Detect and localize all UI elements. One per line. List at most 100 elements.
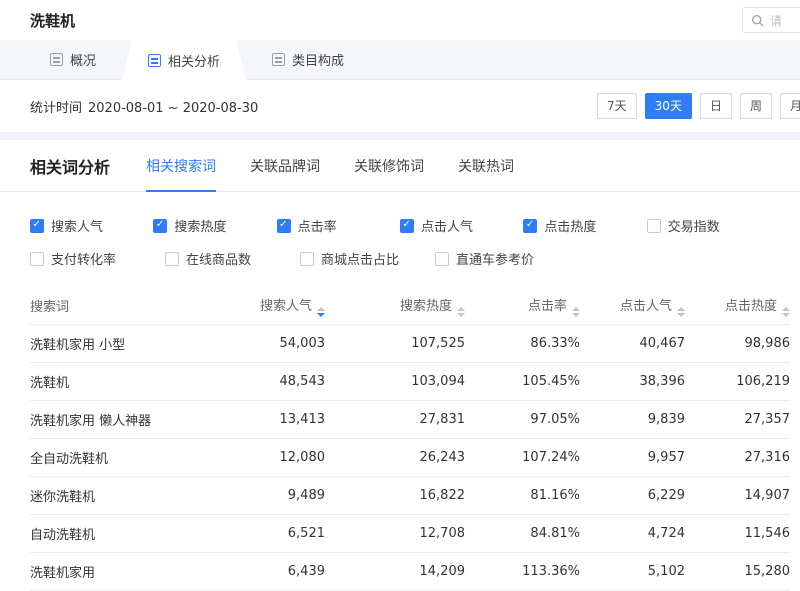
analysis-icon <box>148 54 161 67</box>
checkbox[interactable] <box>30 219 44 233</box>
checkbox[interactable] <box>165 252 179 266</box>
sort-down-arrow <box>782 313 790 317</box>
value-cell: 107.24% <box>465 438 580 476</box>
filter-row-1: 支付转化率 在线商品数 商城点击占比 直通车参考价 <box>30 249 770 268</box>
stats-row: 统计时间2020-08-01 ~ 2020-08-30 7天30天日周月 <box>0 80 800 132</box>
main-tab-1[interactable]: 相关分析 <box>122 40 246 80</box>
keyword-cell: 洗鞋机家用 懒人神器 <box>30 400 210 438</box>
filter-item-0-1[interactable]: 搜索热度 <box>153 216 276 235</box>
search-icon <box>751 14 764 27</box>
main-tab-0[interactable]: 概况 <box>24 40 122 79</box>
filter-item-1-1[interactable]: 在线商品数 <box>165 249 300 268</box>
table-row: 洗鞋机48,543103,094105.45%38,396106,219 <box>30 362 790 400</box>
main-tabbar: 概况 相关分析 类目构成 <box>0 40 800 80</box>
sort-icon[interactable] <box>317 307 325 317</box>
sort-icon[interactable] <box>782 307 790 317</box>
filter-item-1-0[interactable]: 支付转化率 <box>30 249 165 268</box>
filter-label: 点击热度 <box>544 216 596 235</box>
metric-filters: 搜索人气搜索热度 点击率 点击人气 点击热度 交易指数支付转化率 在线商品数 商城点击占比 直… <box>0 192 800 288</box>
value-cell: 81.16% <box>465 476 580 514</box>
time-range-button-4[interactable]: 月 <box>780 93 800 119</box>
value-cell: 15,280 <box>685 552 790 590</box>
value-cell: 98,986 <box>685 324 790 362</box>
column-header-5[interactable]: 点击热度 <box>685 288 790 324</box>
search-placeholder: 请 <box>770 12 782 29</box>
filter-item-0-0[interactable]: 搜索人气 <box>30 216 153 235</box>
subtab-2[interactable]: 关联修饰词 <box>354 140 424 191</box>
sort-up-arrow <box>782 307 790 311</box>
filter-label: 点击人气 <box>421 216 473 235</box>
value-cell: 6,229 <box>580 476 685 514</box>
filter-label: 交易指数 <box>668 216 720 235</box>
column-header-3[interactable]: 点击率 <box>465 288 580 324</box>
sort-icon[interactable] <box>572 307 580 317</box>
sort-up-arrow <box>572 307 580 311</box>
filter-item-0-3[interactable]: 点击人气 <box>400 216 523 235</box>
subtab-0[interactable]: 相关搜索词 <box>146 140 216 191</box>
keyword-cell: 自动洗鞋机 <box>30 514 210 552</box>
checkbox[interactable] <box>30 252 44 266</box>
time-range-button-0[interactable]: 7天 <box>597 93 637 119</box>
value-cell: 107,525 <box>325 324 465 362</box>
sort-down-arrow <box>457 313 465 317</box>
value-cell: 105.45% <box>465 362 580 400</box>
sort-up-arrow <box>457 307 465 311</box>
column-header-1[interactable]: 搜索人气 <box>210 288 325 324</box>
section-divider <box>0 132 800 140</box>
table-row: 迷你洗鞋机9,48916,82281.16%6,22914,907 <box>30 476 790 514</box>
topbar: 洗鞋机 请 <box>0 0 800 40</box>
subtab-1[interactable]: 关联品牌词 <box>250 140 320 191</box>
value-cell: 11,546 <box>685 514 790 552</box>
subtab-3[interactable]: 关联热词 <box>458 140 514 191</box>
checkbox[interactable] <box>523 219 537 233</box>
sort-icon[interactable] <box>457 307 465 317</box>
sort-icon[interactable] <box>677 307 685 317</box>
value-cell: 9,839 <box>580 400 685 438</box>
checkbox[interactable] <box>435 252 449 266</box>
sort-up-arrow <box>677 307 685 311</box>
main-tab-2[interactable]: 类目构成 <box>246 40 370 79</box>
checkbox[interactable] <box>400 219 414 233</box>
sort-down-arrow <box>317 313 325 317</box>
main-tab-label: 相关分析 <box>168 51 220 70</box>
checkbox[interactable] <box>153 219 167 233</box>
table-row: 自动洗鞋机6,52112,70884.81%4,72411,546 <box>30 514 790 552</box>
filter-item-1-3[interactable]: 直通车参考价 <box>435 249 570 268</box>
checkbox[interactable] <box>277 219 291 233</box>
filter-label: 点击率 <box>298 216 337 235</box>
keywords-table-body: 洗鞋机家用 小型54,003107,52586.33%40,46798,986洗… <box>30 324 790 590</box>
column-header-label: 搜索人气 <box>260 299 312 314</box>
time-range-button-1[interactable]: 30天 <box>645 93 692 119</box>
main-tab-label: 类目构成 <box>292 50 344 69</box>
time-range-button-2[interactable]: 日 <box>700 93 732 119</box>
filter-item-0-4[interactable]: 点击热度 <box>523 216 646 235</box>
stats-time-label: 统计时间 <box>30 101 82 116</box>
filter-item-1-2[interactable]: 商城点击占比 <box>300 249 435 268</box>
checkbox[interactable] <box>647 219 661 233</box>
keyword-cell: 迷你洗鞋机 <box>30 476 210 514</box>
search-box[interactable]: 请 <box>742 7 800 33</box>
filter-label: 在线商品数 <box>186 249 251 268</box>
filter-item-0-2[interactable]: 点击率 <box>277 216 400 235</box>
time-range-button-3[interactable]: 周 <box>740 93 772 119</box>
filter-label: 直通车参考价 <box>456 249 534 268</box>
filter-row-0: 搜索人气搜索热度 点击率 点击人气 点击热度 交易指数 <box>30 216 770 235</box>
value-cell: 27,357 <box>685 400 790 438</box>
checkbox[interactable] <box>300 252 314 266</box>
value-cell: 12,080 <box>210 438 325 476</box>
column-header-label: 点击人气 <box>620 299 672 314</box>
value-cell: 26,243 <box>325 438 465 476</box>
column-header-label: 点击热度 <box>725 299 777 314</box>
section-head: 相关词分析 相关搜索词关联品牌词关联修饰词关联热词 <box>0 140 800 192</box>
section-title: 相关词分析 <box>30 154 110 178</box>
column-header-4[interactable]: 点击人气 <box>580 288 685 324</box>
column-header-2[interactable]: 搜索热度 <box>325 288 465 324</box>
value-cell: 6,521 <box>210 514 325 552</box>
page-title: 洗鞋机 <box>30 10 75 31</box>
keyword-cell: 洗鞋机家用 <box>30 552 210 590</box>
main-tab-label: 概况 <box>70 50 96 69</box>
column-header-label: 搜索热度 <box>400 299 452 314</box>
table-row: 洗鞋机家用 懒人神器13,41327,83197.05%9,83927,357 <box>30 400 790 438</box>
filter-item-0-5[interactable]: 交易指数 <box>647 216 770 235</box>
value-cell: 16,822 <box>325 476 465 514</box>
